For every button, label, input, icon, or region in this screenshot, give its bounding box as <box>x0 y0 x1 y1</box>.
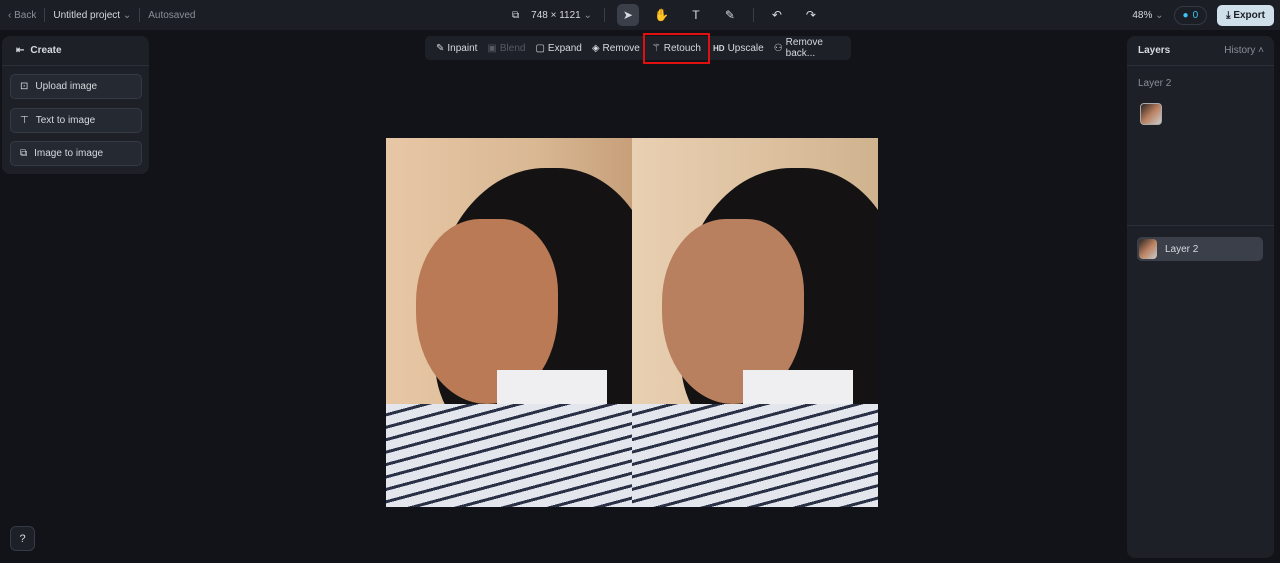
autosave-status: Autosaved <box>148 9 196 21</box>
layer-name: Layer 2 <box>1165 243 1199 255</box>
back-label: Back <box>14 9 37 21</box>
credits-badge[interactable]: ● 0 <box>1173 5 1208 25</box>
upload-image-icon: ⊡ <box>20 81 29 92</box>
text-to-image-icon: ⊤ <box>20 115 29 126</box>
button-label: Text to image <box>35 115 96 126</box>
blend-button[interactable]: ▣ Blend <box>482 37 530 59</box>
divider <box>752 8 754 22</box>
button-label: Upload image <box>35 81 98 92</box>
canvas-image[interactable] <box>386 138 878 507</box>
zoom-level: 48% <box>1132 9 1153 21</box>
remove-button[interactable]: ◈ Remove <box>587 37 645 59</box>
undo-icon[interactable]: ↶ <box>766 4 788 26</box>
collapse-icon: ⇤ <box>16 45 25 56</box>
create-title: Create <box>30 45 62 56</box>
select-tool-icon[interactable]: ➤ <box>616 4 639 26</box>
project-name: Untitled project <box>53 9 121 21</box>
text-to-image-button[interactable]: ⊤ Text to image <box>10 108 142 133</box>
top-bar: ‹ Back Untitled project ⌄ Autosaved ⧉ 74… <box>0 0 1280 30</box>
project-name-dropdown[interactable]: Untitled project ⌄ <box>53 10 131 21</box>
hd-icon: HD <box>713 43 725 53</box>
back-button[interactable]: ‹ Back <box>8 10 36 21</box>
expand-icon: ▢ <box>535 42 545 54</box>
credits-icon: ● <box>1182 9 1189 21</box>
dimensions-dropdown[interactable]: 748 × 1121 ⌄ <box>531 10 592 21</box>
layer-item[interactable]: Layer 2 <box>1137 237 1263 261</box>
layers-panel: Layers History ˄ Layer 2 Layer 2 <box>1127 36 1274 558</box>
image-to-image-button[interactable]: ⧉ Image to image <box>10 141 142 166</box>
brush-tool-icon[interactable]: ✎ <box>719 4 741 26</box>
hand-tool-icon[interactable]: ✋ <box>651 4 673 26</box>
action-label: Remove back... <box>785 37 823 59</box>
redo-icon[interactable]: ↷ <box>800 4 822 26</box>
create-header[interactable]: ⇤ Create <box>2 36 149 66</box>
export-label: Export <box>1233 9 1265 21</box>
upload-image-button[interactable]: ⊡ Upload image <box>10 74 142 99</box>
action-label: Remove <box>602 42 640 54</box>
text-tool-icon[interactable]: T <box>685 4 707 26</box>
inpaint-button[interactable]: ✎ Inpaint <box>431 37 482 59</box>
zoom-dropdown[interactable]: 48% ⌄ <box>1132 10 1163 21</box>
divider <box>44 8 46 22</box>
layer-thumbnail-selected[interactable] <box>1140 103 1162 125</box>
divider <box>1127 225 1274 226</box>
layers-tab[interactable]: Layers <box>1138 45 1170 56</box>
export-button[interactable]: ⤓ Export <box>1217 4 1274 26</box>
upscale-button[interactable]: HD Upscale <box>708 37 769 59</box>
action-label: Retouch <box>663 42 701 54</box>
history-label: History <box>1224 45 1256 56</box>
credits-count: 0 <box>1192 9 1199 21</box>
history-toggle[interactable]: History ˄ <box>1224 45 1264 56</box>
chevron-down-icon: ⌄ <box>122 9 132 21</box>
magic-wand-icon: ⚚ <box>651 42 661 54</box>
action-label: Blend <box>499 42 526 54</box>
layer-group-label: Layer 2 <box>1138 78 1172 89</box>
eraser-icon: ◈ <box>591 42 600 54</box>
download-icon: ⤓ <box>1226 9 1231 21</box>
action-label: Inpaint <box>447 42 478 54</box>
divider <box>139 8 141 22</box>
action-toolbar: ✎ Inpaint ▣ Blend ▢ Expand ◈ Remove ⚚ Retouch… <box>425 32 851 64</box>
remove-background-button[interactable]: ⚇ Remove back... <box>769 37 851 59</box>
retouch-button[interactable]: ⚚ Retouch <box>642 32 711 64</box>
action-label: Upscale <box>727 42 764 54</box>
help-icon: ? <box>19 532 26 545</box>
inpaint-icon: ✎ <box>436 42 445 54</box>
help-button[interactable]: ? <box>10 526 35 551</box>
dimensions-label: 748 × 1121 <box>531 9 581 21</box>
create-panel: ⇤ Create ⊡ Upload image ⊤ Text to image ⧉ Im… <box>2 36 149 174</box>
expand-button[interactable]: ▢ Expand <box>530 37 586 59</box>
after-image <box>632 138 878 507</box>
blend-icon: ▣ <box>487 42 497 54</box>
divider <box>603 8 605 22</box>
image-to-image-icon: ⧉ <box>20 148 28 159</box>
button-label: Image to image <box>34 148 104 159</box>
action-label: Expand <box>547 42 582 54</box>
resize-icon[interactable]: ⧉ <box>512 10 519 21</box>
layer-thumbnail <box>1139 239 1157 259</box>
remove-background-icon: ⚇ <box>773 42 783 54</box>
before-image <box>386 138 632 507</box>
